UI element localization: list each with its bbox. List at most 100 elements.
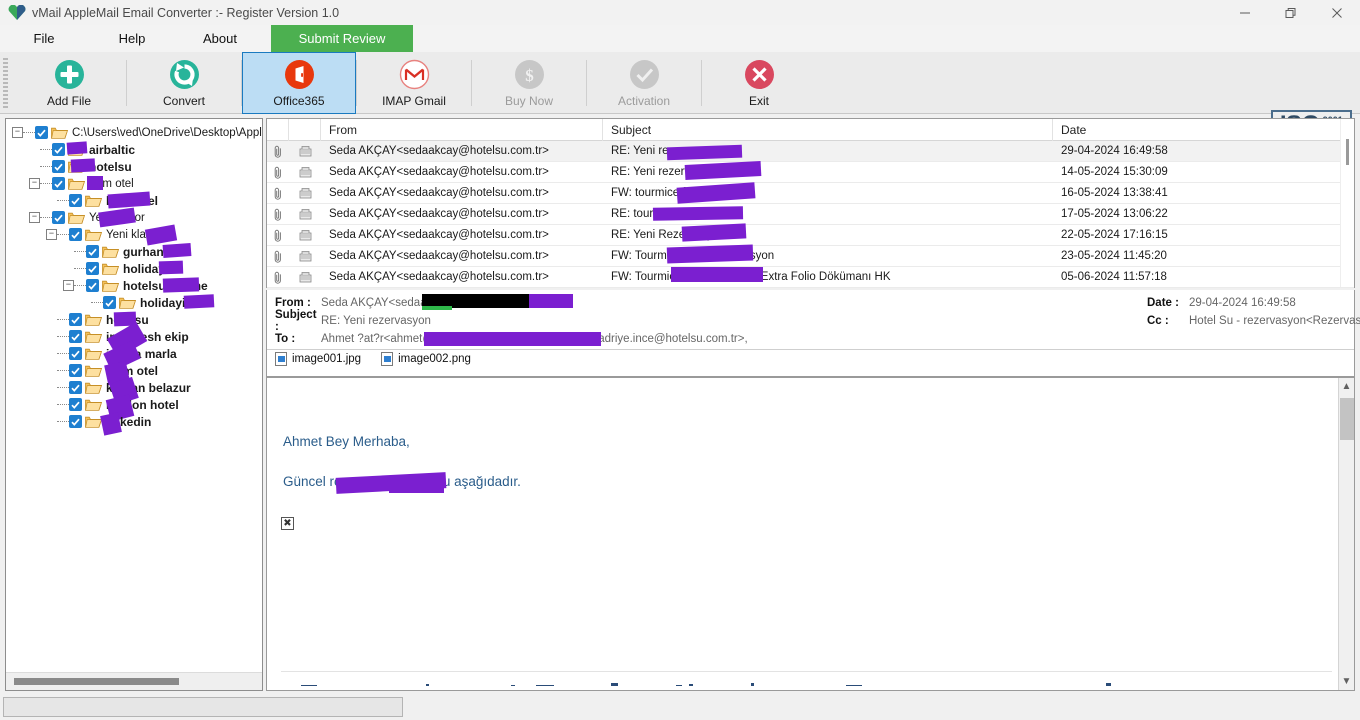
attachment-item[interactable]: image001.jpg [275, 352, 361, 366]
folder-tree[interactable]: − C:\Users\ved\OneDrive\Desktop\AppleM air… [6, 119, 262, 672]
mail-list-row[interactable]: Seda AKÇAY<sedaakcay@hotelsu.com.tr> RE: … [267, 225, 1354, 246]
mail-list-panel[interactable]: From Subject Date Seda AKÇAY<sedaakcay@h… [266, 118, 1355, 288]
toolbar-button-office365[interactable]: Office365 [242, 52, 356, 114]
tree-node-checkbox[interactable] [69, 228, 82, 241]
tree-node-checkbox[interactable] [52, 211, 65, 224]
tree-connector [40, 217, 52, 218]
tree-node[interactable]: kordon hotel [6, 394, 262, 422]
body-clipped-text [281, 678, 1332, 686]
tree-node-checkbox[interactable] [69, 415, 82, 428]
tree-node[interactable]: − Yeni klasor [6, 207, 262, 228]
tree-node[interactable]: − kilim otel [6, 175, 262, 192]
tree-node[interactable]: airbaltic [6, 141, 262, 158]
tree-node-label: kirman belazur [106, 380, 191, 395]
mail-body-vscroll-thumb[interactable] [1340, 398, 1354, 440]
tree-node-checkbox[interactable] [52, 143, 65, 156]
tree-node[interactable]: interfresh ekip [6, 321, 262, 359]
mail-list-row[interactable]: Seda AKÇAY<sedaakcay@hotelsu.com.tr> RE: … [267, 141, 1354, 162]
tree-node-checkbox[interactable] [69, 194, 82, 207]
close-icon[interactable] [1314, 0, 1360, 25]
tree-horizontal-scrollbar[interactable] [6, 672, 262, 690]
tree-node[interactable]: kirman belazur [6, 376, 262, 406]
tree-node-checkbox[interactable] [35, 126, 48, 139]
image-file-icon [275, 352, 287, 366]
minimize-icon[interactable] [1222, 0, 1268, 25]
submit-review-button[interactable]: Submit Review [271, 25, 413, 52]
tree-node-checkbox[interactable] [69, 398, 82, 411]
mail-list-row[interactable]: Seda AKÇAY<sedaakcay@hotelsu.com.tr> FW: … [267, 183, 1354, 204]
tree-node[interactable]: kilim otel [6, 360, 262, 386]
menu-item-file[interactable]: File [0, 25, 88, 52]
column-header-from[interactable]: From [321, 118, 603, 141]
tree-node[interactable]: − Yeni klasor [6, 224, 262, 246]
tree-node-checkbox[interactable] [69, 381, 82, 394]
dollar-circle-icon: $ [513, 59, 545, 91]
tree-node[interactable]: hotelsu [6, 311, 262, 328]
mail-list-row[interactable]: Seda AKÇAY<sedaakcay@hotelsu.com.tr> FW: … [267, 246, 1354, 267]
tree-node-checkbox[interactable] [86, 262, 99, 275]
mail-body-panel[interactable]: Ahmet Bey Merhaba, Güncel rezervasyon ta… [266, 377, 1355, 691]
tree-expander-icon[interactable]: − [12, 127, 23, 138]
mail-list-rows[interactable]: Seda AKÇAY<sedaakcay@hotelsu.com.tr> RE: … [267, 141, 1354, 288]
chevron-down-icon[interactable]: ▼ [1342, 676, 1352, 687]
mail-body-vertical-scrollbar[interactable]: ▲ ▼ [1338, 378, 1354, 690]
tree-node-checkbox[interactable] [86, 279, 99, 292]
mail-row-date: 14-05-2024 15:30:09 [1061, 166, 1168, 178]
tree-node-checkbox[interactable] [69, 347, 82, 360]
tree-node[interactable]: − C:\Users\ved\OneDrive\Desktop\AppleM [6, 124, 262, 141]
column-header-subject[interactable]: Subject [603, 118, 1053, 141]
tree-connector [57, 319, 69, 320]
mail-row-date: 17-05-2024 13:06:22 [1061, 208, 1168, 220]
tree-node-label: gurhan abi [123, 244, 185, 259]
application-window: vMail AppleMail Email Converter :- Regis… [0, 0, 1360, 720]
tree-node[interactable]: holidayinn [6, 260, 262, 277]
toolbar-button-activation[interactable]: Activation [587, 52, 701, 114]
tree-node-checkbox[interactable] [86, 245, 99, 258]
tree-node-checkbox[interactable] [69, 313, 82, 326]
column-header-status[interactable] [289, 118, 321, 141]
toolbar-button-exit[interactable]: Exit [702, 52, 816, 114]
mail-list-row[interactable]: Seda AKÇAY<sedaakcay@hotelsu.com.tr> RE: … [267, 162, 1354, 183]
tree-node-checkbox[interactable] [103, 296, 116, 309]
tree-node-checkbox[interactable] [52, 160, 65, 173]
tree-node-checkbox[interactable] [69, 364, 82, 377]
chevron-up-icon[interactable]: ▲ [1342, 381, 1352, 392]
folder-icon [85, 347, 103, 360]
tree-hscroll-thumb[interactable] [14, 678, 179, 685]
column-header-attachment[interactable] [267, 118, 289, 141]
mail-to-line: To : Ahmet ?at?r<ahmet@tourmice.com> Kad… [267, 330, 1354, 348]
column-header-date[interactable]: Date [1053, 118, 1354, 141]
tree-expander-icon[interactable]: − [29, 178, 40, 189]
tree-expander-icon[interactable]: − [29, 212, 40, 223]
attachment-item[interactable]: image002.png [381, 352, 471, 366]
tree-node[interactable]: ismira marla [6, 340, 262, 372]
tree-node[interactable]: gurhan abi [6, 243, 262, 260]
folder-tree-panel[interactable]: − C:\Users\ved\OneDrive\Desktop\AppleM air… [5, 118, 263, 691]
tree-node-label: holidayinn [140, 295, 200, 310]
toolbar-button-imap-gmail[interactable]: IMAP Gmail [357, 52, 471, 114]
mail-list-row[interactable]: Seda AKÇAY<sedaakcay@hotelsu.com.tr> FW: … [267, 267, 1354, 288]
tree-expander-icon[interactable]: − [63, 280, 74, 291]
mail-row-from: Seda AKÇAY<sedaakcay@hotelsu.com.tr> [329, 250, 549, 262]
mail-list-vertical-scrollbar[interactable] [1340, 119, 1354, 287]
toolbar-button-buy-now[interactable]: $ Buy Now [472, 52, 586, 114]
toolbar-button-add-file[interactable]: Add File [12, 52, 126, 114]
toolbar-grip[interactable] [3, 58, 8, 108]
tree-node-checkbox[interactable] [69, 330, 82, 343]
cc-label: Cc : [1147, 315, 1169, 327]
tree-expander-icon[interactable]: − [46, 229, 57, 240]
mail-list-row[interactable]: Seda AKÇAY<sedaakcay@hotelsu.com.tr> RE: … [267, 204, 1354, 225]
tree-node[interactable]: hotelsu [6, 158, 262, 175]
menu-item-about[interactable]: About [176, 25, 264, 52]
heart-logo-icon [8, 4, 30, 21]
tree-node-checkbox[interactable] [52, 177, 65, 190]
tree-node[interactable]: linkedin [6, 412, 262, 436]
restore-icon[interactable] [1268, 0, 1314, 25]
tree-node[interactable]: kilim otel [6, 191, 262, 209]
mail-list-vscroll-thumb[interactable] [1346, 139, 1349, 165]
menu-item-help[interactable]: Help [88, 25, 176, 52]
tree-node[interactable]: holidayinn [6, 294, 262, 311]
folder-icon [85, 194, 103, 207]
toolbar-button-convert[interactable]: Convert [127, 52, 241, 114]
tree-node[interactable]: − hotelsu odeme [6, 277, 262, 294]
